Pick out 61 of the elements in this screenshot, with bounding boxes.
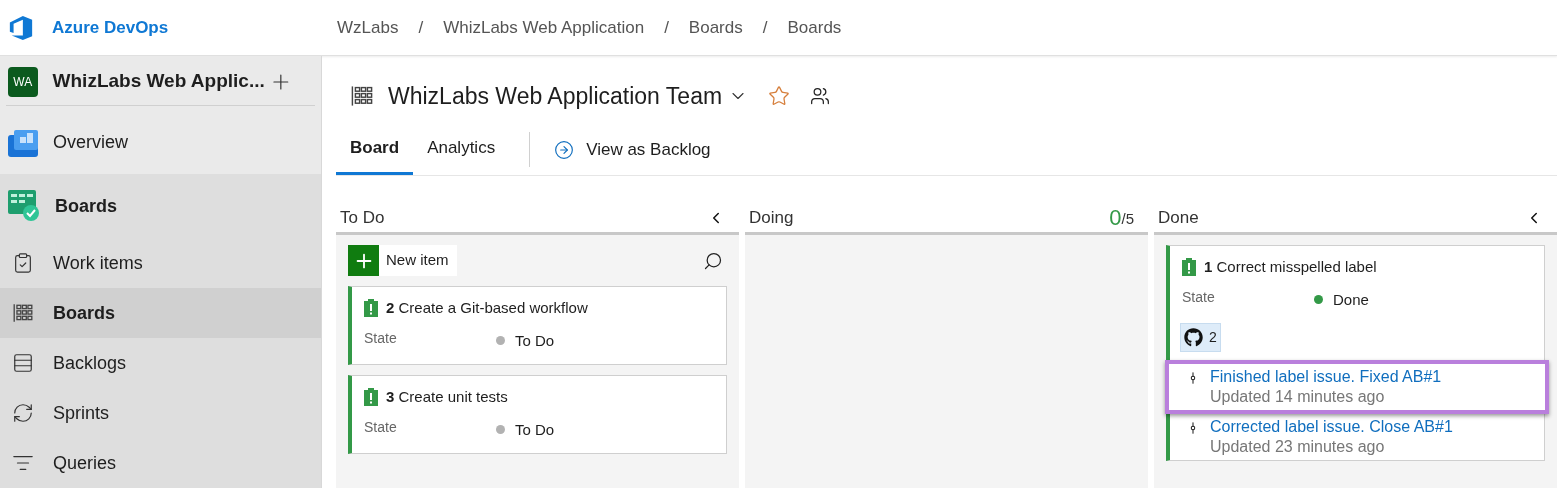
- card-title[interactable]: 2 Create a Git-based workflow: [386, 297, 588, 320]
- people-icon[interactable]: [810, 86, 831, 106]
- clipboard-alert-icon: [364, 299, 378, 318]
- commit-time: Updated 14 minutes ago: [1210, 387, 1386, 407]
- nav-subitem[interactable]: Queries: [0, 438, 321, 488]
- column-title: Done: [1157, 206, 1200, 229]
- tab[interactable]: Analytics: [413, 124, 510, 175]
- search-icon[interactable]: [703, 250, 723, 271]
- board-grid-icon: [12, 302, 34, 324]
- state-value: Done: [1333, 289, 1369, 310]
- card-title[interactable]: 1 Correct misspelled label: [1204, 256, 1377, 279]
- commit-message[interactable]: Corrected label issue. Close AB#1: [1210, 417, 1453, 437]
- nav-subitem[interactable]: Backlogs: [0, 338, 321, 388]
- clipboard-icon: [12, 252, 34, 274]
- work-item-card[interactable]: 2 Create a Git-based workflow State To Do: [348, 286, 727, 365]
- nav-subitem[interactable]: Work items: [0, 238, 321, 288]
- breadcrumb-separator: /: [664, 16, 669, 39]
- column-title: To Do: [339, 206, 386, 229]
- board-grid-icon: [350, 84, 374, 108]
- nav-subitem[interactable]: Sprints: [0, 388, 321, 438]
- commit-message[interactable]: Finished label issue. Fixed AB#1: [1210, 367, 1442, 387]
- rows-icon: [12, 352, 34, 374]
- breadcrumb-separator: /: [418, 16, 424, 39]
- project-name[interactable]: WhizLabs Web Applic...: [52, 67, 270, 96]
- wip-count: 0: [1109, 204, 1122, 232]
- work-item-card[interactable]: 3 Create unit tests State To Do: [348, 375, 727, 454]
- board-check-icon: [8, 190, 40, 222]
- wip-limit: /5: [1121, 209, 1134, 230]
- nav-item[interactable]: Boards: [0, 174, 321, 238]
- nav-subitem[interactable]: Boards: [0, 288, 321, 338]
- github-icon: [1184, 328, 1203, 347]
- clipboard-alert-icon: [1182, 258, 1196, 277]
- project-avatar: WA: [8, 66, 38, 97]
- product-name[interactable]: Azure DevOps: [52, 14, 169, 41]
- breadcrumb[interactable]: Boards: [688, 14, 743, 41]
- new-item-button[interactable]: New item: [348, 245, 457, 276]
- state-value: To Do: [515, 419, 555, 440]
- state-value: To Do: [515, 330, 555, 351]
- breadcrumb-separator: /: [762, 16, 768, 39]
- card-title[interactable]: 3 Create unit tests: [386, 386, 508, 409]
- cycle-icon: [12, 402, 34, 424]
- nav-item[interactable]: Overview: [0, 110, 321, 174]
- breadcrumb[interactable]: WhizLabs Web Application: [443, 14, 645, 41]
- github-links[interactable]: 2: [1180, 323, 1221, 352]
- view-backlog-link[interactable]: View as Backlog: [550, 124, 715, 175]
- commit-item[interactable]: Corrected label issue. Close AB#1 Updated 23 minutes ago: [1170, 414, 1544, 460]
- commit-time: Updated 23 minutes ago: [1210, 437, 1386, 457]
- star-icon[interactable]: [768, 85, 791, 107]
- column-title: Doing: [748, 206, 795, 229]
- field-label: State: [364, 329, 398, 349]
- team-name[interactable]: WhizLabs Web Application Team: [388, 78, 723, 114]
- logo-icon: [8, 14, 34, 41]
- field-label: State: [364, 418, 398, 438]
- clipboard-alert-icon: [364, 388, 378, 407]
- field-label: State: [1182, 288, 1216, 308]
- tab[interactable]: Board: [336, 124, 414, 175]
- chart-tile-icon: [8, 127, 38, 157]
- breadcrumb[interactable]: WzLabs: [337, 14, 399, 41]
- breadcrumb[interactable]: Boards: [787, 14, 842, 41]
- arrow-circle-icon: [554, 139, 575, 160]
- commit-item[interactable]: Finished label issue. Fixed AB#1 Updated 14 minutes ago: [1165, 360, 1549, 414]
